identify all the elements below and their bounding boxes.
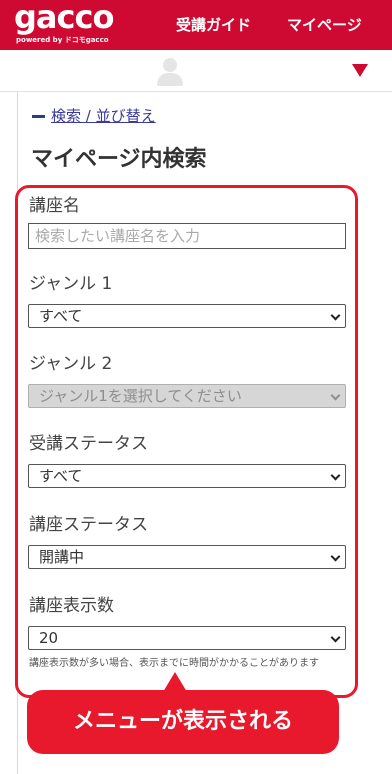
display-count-value: 20 — [39, 629, 59, 647]
site-header: gacco powered by ドコモgacco 受講ガイド マイページ — [0, 0, 392, 50]
attendance-status-select[interactable]: すべて — [28, 464, 346, 488]
caret-down-icon[interactable] — [352, 64, 368, 77]
genre1-select[interactable]: すべて — [28, 304, 346, 328]
page-title: マイページ内検索 — [31, 147, 207, 172]
callout-pointer — [163, 672, 187, 692]
callout-text: メニューが表示される — [72, 709, 293, 734]
user-bar — [0, 50, 392, 92]
nav-guide-link[interactable]: 受講ガイド — [176, 15, 251, 35]
chevron-down-icon — [330, 390, 341, 401]
genre2-select[interactable]: ジャンル1を選択してください — [28, 384, 346, 408]
nav-mypage-link[interactable]: マイページ — [287, 15, 362, 35]
user-avatar-icon[interactable] — [156, 56, 184, 86]
course-name-label: 講座名 — [29, 196, 80, 216]
course-status-select[interactable]: 開講中 — [28, 545, 346, 569]
genre1-label: ジャンル 1 — [29, 274, 113, 294]
course-status-value: 開講中 — [39, 548, 85, 566]
logo-tagline: powered by ドコモgacco — [16, 36, 109, 44]
course-name-input[interactable]: 検索したい講座名を入力 — [28, 223, 346, 249]
genre2-label: ジャンル 2 — [29, 354, 113, 374]
chevron-down-icon — [330, 470, 341, 481]
logo-wordmark: gacco — [14, 0, 114, 36]
callout-balloon: メニューが表示される — [27, 690, 339, 754]
genre2-select-value: ジャンル1を選択してください — [39, 387, 242, 405]
attendance-status-value: すべて — [39, 467, 83, 485]
genre1-select-value: すべて — [39, 307, 83, 325]
chevron-down-icon — [330, 551, 341, 562]
search-sort-toggle[interactable]: 検索 / 並び替え — [32, 105, 156, 127]
display-count-note: 講座表示数が多い場合、表示までに時間がかかることがあります — [29, 658, 319, 669]
display-count-label: 講座表示数 — [29, 596, 114, 616]
attendance-status-label: 受講ステータス — [29, 434, 148, 454]
minus-icon — [32, 114, 45, 118]
course-status-label: 講座ステータス — [29, 515, 148, 535]
display-count-select[interactable]: 20 — [28, 626, 346, 650]
chevron-down-icon — [330, 632, 341, 643]
chevron-down-icon — [330, 310, 341, 321]
search-sort-toggle-label: 検索 / 並び替え — [51, 107, 156, 125]
